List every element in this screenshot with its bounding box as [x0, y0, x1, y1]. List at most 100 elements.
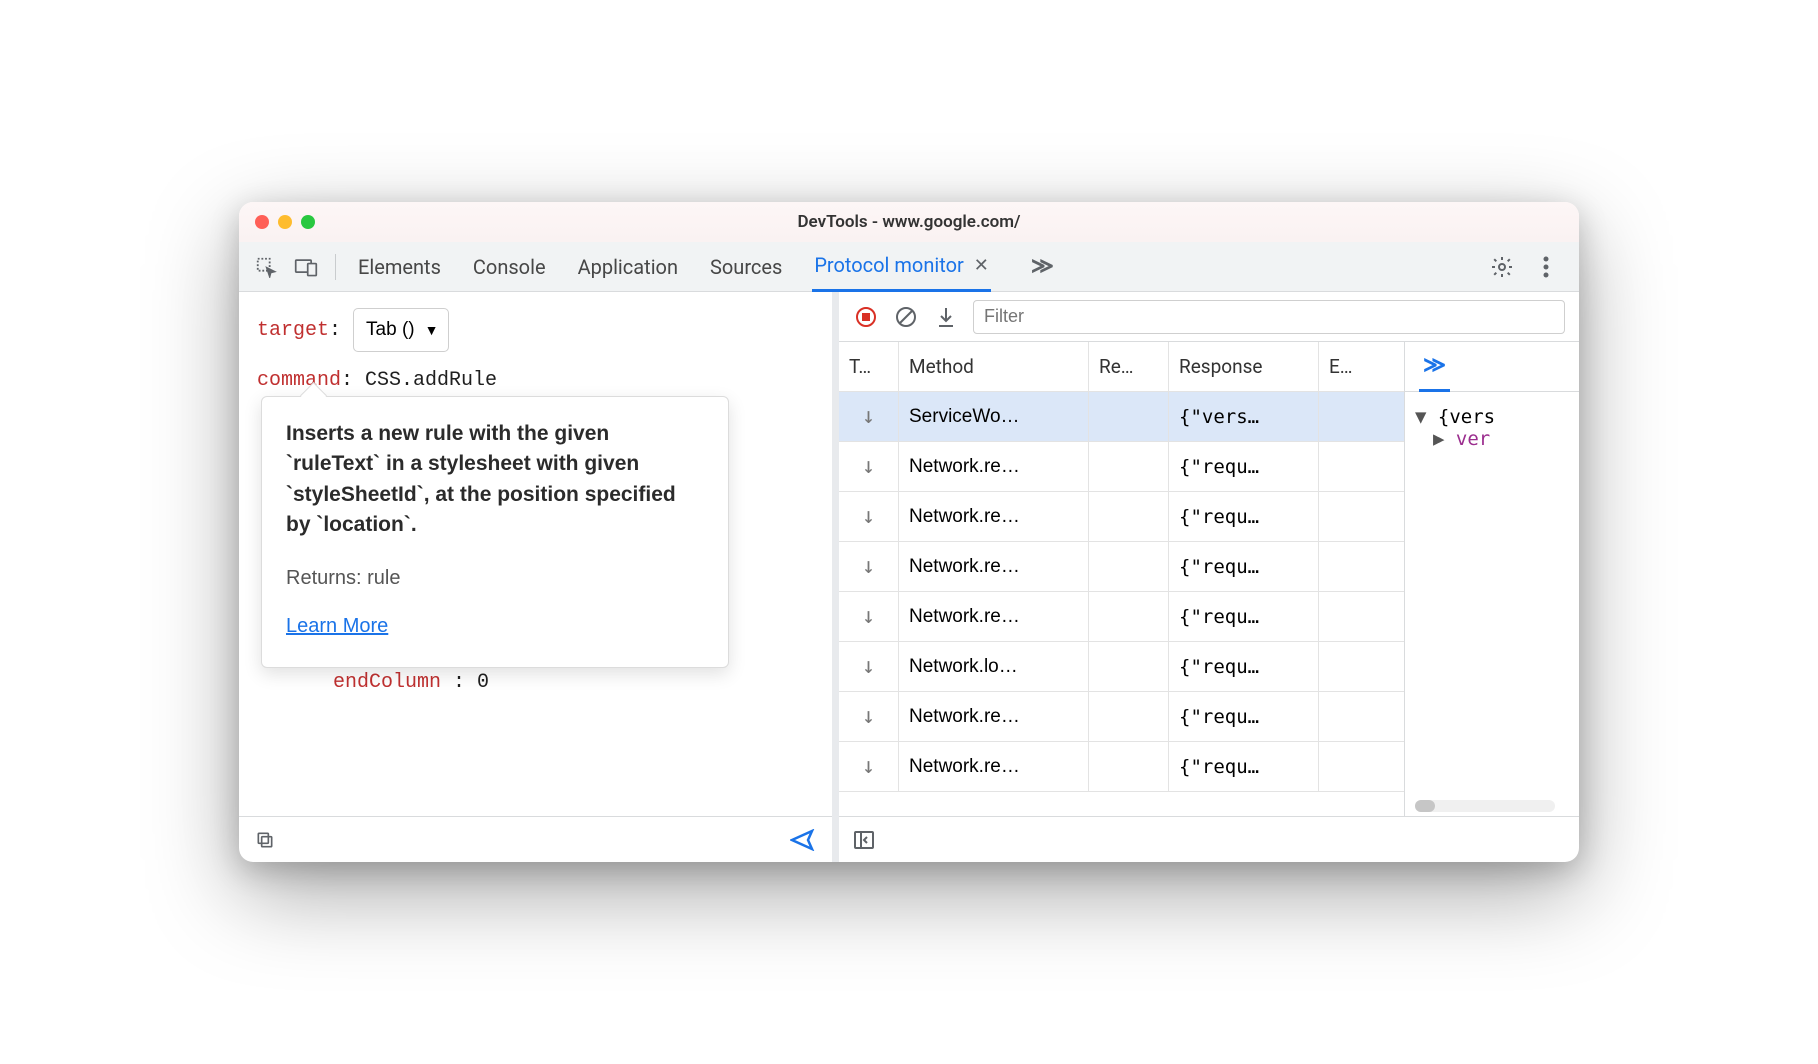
param-value: 0: [477, 671, 489, 694]
row-elapsed: [1319, 442, 1374, 491]
copy-icon[interactable]: [255, 830, 275, 850]
direction-icon: ↓: [839, 492, 899, 541]
row-method: Network.lo…: [899, 642, 1089, 691]
command-label: command: [257, 369, 341, 392]
direction-icon: ↓: [839, 692, 899, 741]
collapse-icon[interactable]: ▶: [1433, 428, 1456, 450]
direction-icon: ↓: [839, 442, 899, 491]
devtools-window: DevTools - www.google.com/ Elements Cons…: [239, 202, 1579, 862]
device-toolbar-icon[interactable]: [289, 250, 323, 284]
col-response[interactable]: Response: [1169, 342, 1319, 391]
toggle-sidebar-icon[interactable]: [853, 830, 875, 850]
tab-protocol-monitor-label: Protocol monitor: [814, 253, 963, 277]
table-row[interactable]: ↓Network.re…{"requ…: [839, 742, 1404, 792]
main-toolbar: Elements Console Application Sources Pro…: [239, 242, 1579, 292]
row-response: {"requ…: [1169, 742, 1319, 791]
row-response: {"vers…: [1169, 392, 1319, 441]
command-editor-pane: target: Tab () ▼ command: CSS.addRule In…: [239, 292, 839, 862]
table-row[interactable]: ↓ServiceWo…{"vers…: [839, 392, 1404, 442]
more-tabs-icon[interactable]: ≫: [1031, 254, 1054, 279]
target-select-value: Tab (): [366, 312, 415, 348]
row-response: {"requ…: [1169, 592, 1319, 641]
col-elapsed[interactable]: E…: [1319, 342, 1374, 391]
window-title: DevTools - www.google.com/: [797, 212, 1020, 232]
target-select[interactable]: Tab () ▼: [353, 308, 449, 352]
tab-protocol-monitor[interactable]: Protocol monitor ✕: [812, 241, 991, 292]
minimize-window-button[interactable]: [278, 215, 292, 229]
table-row[interactable]: ↓Network.re… {"requ…: [839, 442, 1404, 492]
tab-application[interactable]: Application: [576, 243, 680, 291]
toolbar-divider: [335, 254, 336, 280]
row-request: [1089, 442, 1169, 491]
editor-footer: [239, 816, 832, 862]
target-label: target: [257, 319, 329, 342]
row-method: Network.re…: [899, 442, 1089, 491]
table-row[interactable]: ↓Network.lo…{"requ…: [839, 642, 1404, 692]
row-request: [1089, 642, 1169, 691]
traffic-lights: [255, 215, 315, 229]
row-request: [1089, 742, 1169, 791]
row-elapsed: [1319, 692, 1374, 741]
param-name: endColumn: [333, 671, 441, 694]
row-request: [1089, 542, 1169, 591]
horizontal-scrollbar[interactable]: [1415, 800, 1555, 812]
learn-more-link[interactable]: Learn More: [286, 607, 704, 645]
command-value: CSS.addRule: [365, 369, 497, 392]
row-elapsed: [1319, 542, 1374, 591]
close-window-button[interactable]: [255, 215, 269, 229]
record-icon[interactable]: [853, 304, 879, 330]
row-elapsed: [1319, 592, 1374, 641]
inspect-element-icon[interactable]: [249, 250, 283, 284]
table-row[interactable]: ↓Network.re…{"requ…: [839, 542, 1404, 592]
protocol-monitor-pane: T… Method Re… Response E… ↓ServiceWo…{"v…: [839, 292, 1579, 862]
command-editor[interactable]: target: Tab () ▼ command: CSS.addRule In…: [239, 292, 832, 816]
row-method: Network.re…: [899, 592, 1089, 641]
tab-sources[interactable]: Sources: [708, 243, 784, 291]
table-row[interactable]: ↓Network.re… {"requ…: [839, 692, 1404, 742]
close-tab-icon[interactable]: ✕: [974, 255, 989, 276]
settings-icon[interactable]: [1485, 250, 1519, 284]
row-method: Network.re…: [899, 692, 1089, 741]
row-response: {"requ…: [1169, 692, 1319, 741]
tab-elements[interactable]: Elements: [356, 243, 443, 291]
expand-icon[interactable]: ▼: [1415, 406, 1438, 428]
row-elapsed: [1319, 642, 1374, 691]
tooltip-description: Inserts a new rule with the given `ruleT…: [286, 419, 704, 541]
tooltip-returns: Returns: rule: [286, 559, 704, 597]
row-elapsed: [1319, 392, 1374, 441]
row-response: {"requ…: [1169, 492, 1319, 541]
col-type[interactable]: T…: [839, 342, 899, 391]
send-command-button[interactable]: [790, 829, 816, 851]
row-response: {"requ…: [1169, 442, 1319, 491]
protocol-monitor-footer: [839, 816, 1579, 862]
table-header: T… Method Re… Response E…: [839, 342, 1404, 392]
content-area: target: Tab () ▼ command: CSS.addRule In…: [239, 292, 1579, 862]
table-row[interactable]: ↓Network.re… {"requ…: [839, 492, 1404, 542]
row-elapsed: [1319, 492, 1374, 541]
detail-body[interactable]: ▼ {vers ▶ ver: [1405, 392, 1579, 816]
download-icon[interactable]: [933, 304, 959, 330]
more-detail-tabs-icon[interactable]: ≫: [1419, 342, 1450, 392]
clear-icon[interactable]: [893, 304, 919, 330]
events-table: T… Method Re… Response E… ↓ServiceWo…{"v…: [839, 342, 1404, 816]
row-method: Network.re…: [899, 492, 1089, 541]
row-request: [1089, 392, 1169, 441]
tab-console[interactable]: Console: [471, 243, 548, 291]
col-method[interactable]: Method: [899, 342, 1089, 391]
maximize-window-button[interactable]: [301, 215, 315, 229]
detail-key: ver: [1456, 428, 1490, 450]
row-request: [1089, 692, 1169, 741]
direction-icon: ↓: [839, 392, 899, 441]
caret-down-icon: ▼: [425, 317, 439, 344]
row-request: [1089, 592, 1169, 641]
col-request[interactable]: Re…: [1089, 342, 1169, 391]
row-response: {"requ…: [1169, 642, 1319, 691]
command-tooltip: Inserts a new rule with the given `ruleT…: [261, 396, 729, 668]
detail-pane: ≫ ▼ {vers ▶ ver: [1404, 342, 1579, 816]
detail-line: {vers: [1438, 406, 1495, 428]
filter-input[interactable]: [973, 300, 1565, 334]
row-method: Network.re…: [899, 542, 1089, 591]
protocol-monitor-toolbar: [839, 292, 1579, 342]
more-options-icon[interactable]: [1529, 250, 1563, 284]
table-row[interactable]: ↓Network.re…{"requ…: [839, 592, 1404, 642]
